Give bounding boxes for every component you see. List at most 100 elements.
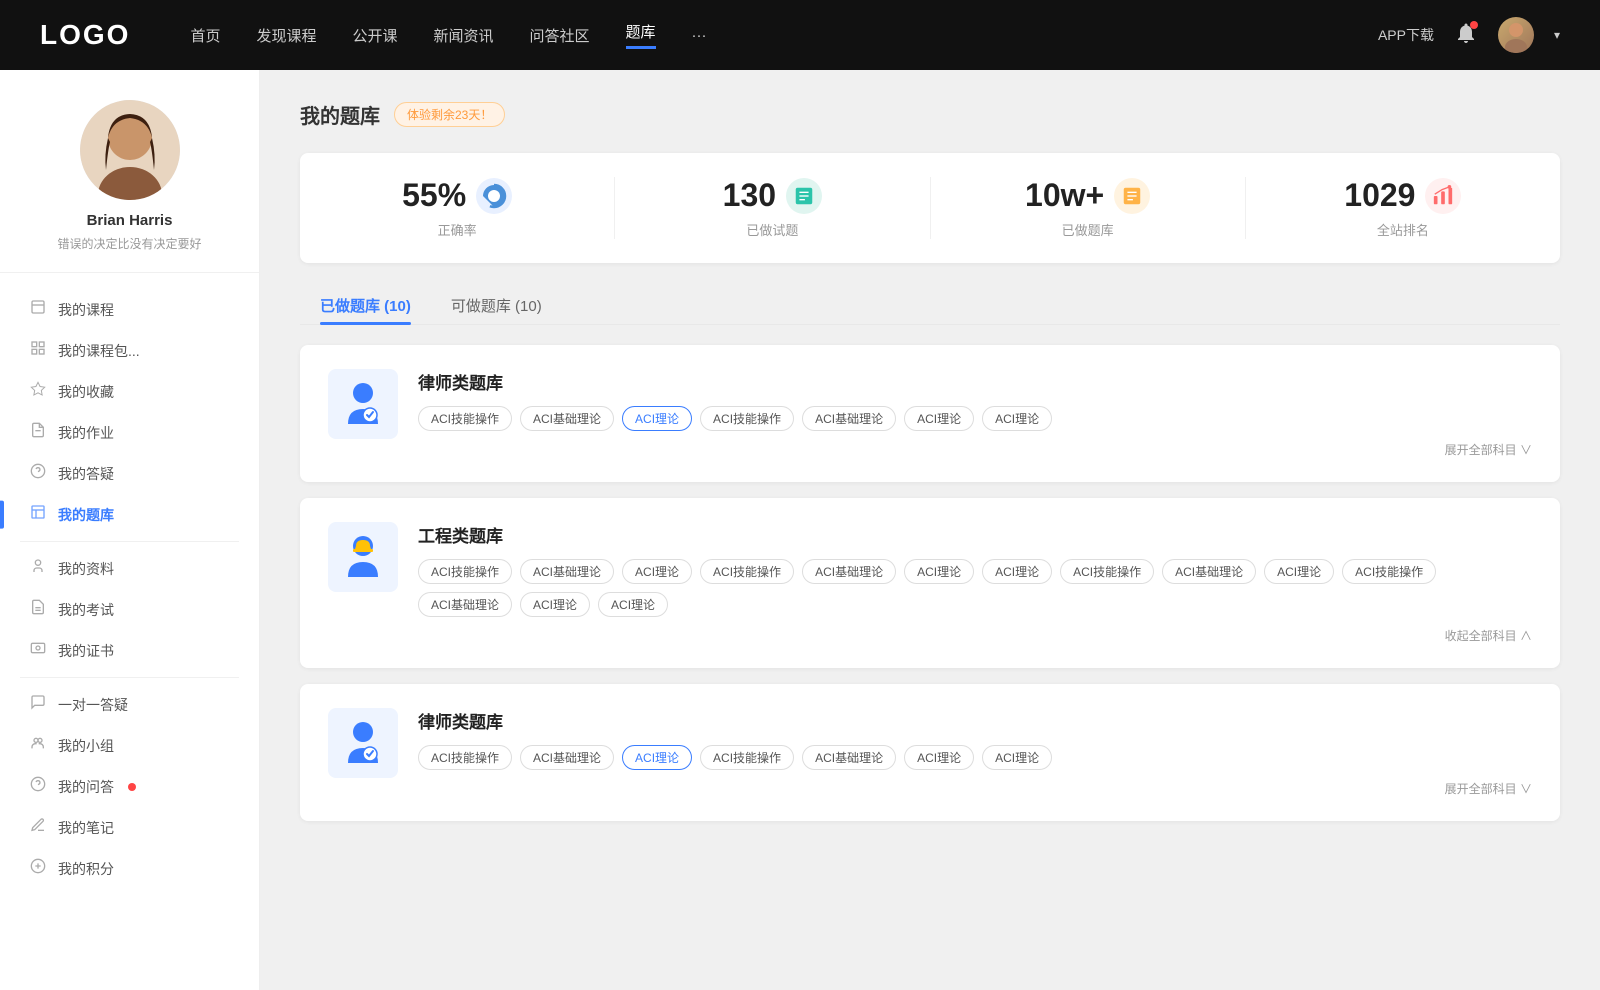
sidebar-item-my-exam[interactable]: 我的考试	[0, 589, 259, 630]
quiz-bank-card-2: 律师类题库 ACI技能操作 ACI基础理论 ACI理论 ACI技能操作 ACI基…	[300, 684, 1560, 821]
sidebar-profile: Brian Harris 错误的决定比没有决定要好	[0, 100, 259, 273]
sidebar-item-course-pkg[interactable]: 我的课程包...	[0, 330, 259, 371]
sidebar-item-1v1-qa[interactable]: 一对一答疑	[0, 684, 259, 725]
tag[interactable]: ACI技能操作	[418, 745, 512, 770]
tag-active[interactable]: ACI理论	[622, 745, 692, 770]
tag[interactable]: ACI理论	[982, 745, 1052, 770]
tag[interactable]: ACI基础理论	[802, 559, 896, 584]
tag[interactable]: ACI理论	[982, 406, 1052, 431]
navbar: LOGO 首页 发现课程 公开课 新闻资讯 问答社区 题库 ··· APP下载 …	[0, 0, 1600, 70]
sidebar-item-label: 一对一答疑	[58, 695, 128, 715]
tag[interactable]: ACI技能操作	[418, 559, 512, 584]
tag[interactable]: ACI基础理论	[520, 559, 614, 584]
expand-link-2[interactable]: 展开全部科目 ∨	[418, 780, 1532, 797]
tag[interactable]: ACI理论	[982, 559, 1052, 584]
my-group-icon	[30, 735, 46, 756]
tag[interactable]: ACI基础理论	[802, 745, 896, 770]
navbar-right: APP下载 ▾	[1378, 17, 1560, 53]
tag[interactable]: ACI基础理论	[520, 406, 614, 431]
sidebar-item-label: 我的积分	[58, 859, 114, 879]
sidebar-item-label: 我的小组	[58, 736, 114, 756]
nav-more[interactable]: ···	[692, 27, 707, 44]
sidebar-item-label: 我的笔记	[58, 818, 114, 838]
sidebar-item-certificate[interactable]: 我的证书	[0, 630, 259, 671]
sidebar-item-label: 我的收藏	[58, 382, 114, 402]
nav-discover[interactable]: 发现课程	[256, 25, 316, 46]
stat-questions-value: 130	[723, 177, 776, 214]
accuracy-icon	[476, 178, 512, 214]
nav-qa[interactable]: 问答社区	[530, 25, 590, 46]
my-exam-icon	[30, 599, 46, 620]
tag[interactable]: ACI技能操作	[1060, 559, 1154, 584]
tag[interactable]: ACI理论	[622, 559, 692, 584]
my-questions-icon	[30, 776, 46, 797]
nav-home[interactable]: 首页	[190, 25, 220, 46]
sidebar-item-my-qa[interactable]: 我的答疑	[0, 453, 259, 494]
tag[interactable]: ACI技能操作	[1342, 559, 1436, 584]
sidebar-item-my-course[interactable]: 我的课程	[0, 289, 259, 330]
logo[interactable]: LOGO	[40, 19, 130, 51]
sidebar-item-label: 我的答疑	[58, 464, 114, 484]
expand-link-1[interactable]: 收起全部科目 ∧	[418, 627, 1532, 644]
tag[interactable]: ACI基础理论	[1162, 559, 1256, 584]
my-notes-icon	[30, 817, 46, 838]
course-pkg-icon	[30, 340, 46, 361]
my-data-icon	[30, 558, 46, 579]
tag[interactable]: ACI技能操作	[700, 406, 794, 431]
my-qa-icon	[30, 463, 46, 484]
tag[interactable]: ACI理论	[904, 559, 974, 584]
tag[interactable]: ACI技能操作	[700, 559, 794, 584]
nav-news[interactable]: 新闻资讯	[434, 25, 494, 46]
tag[interactable]: ACI理论	[598, 592, 668, 617]
quiz-bank-tags-2: ACI技能操作 ACI基础理论 ACI理论 ACI技能操作 ACI基础理论 AC…	[418, 745, 1532, 770]
sidebar-item-label: 我的作业	[58, 423, 114, 443]
sidebar-item-my-group[interactable]: 我的小组	[0, 725, 259, 766]
nav-quiz[interactable]: 题库	[626, 21, 656, 49]
quiz-bank-icon-lawyer-0	[328, 369, 398, 439]
tag[interactable]: ACI基础理论	[802, 406, 896, 431]
tab-available[interactable]: 可做题库 (10)	[431, 287, 562, 324]
tag[interactable]: ACI理论	[1264, 559, 1334, 584]
page-title: 我的题库	[300, 100, 380, 129]
app-download-link[interactable]: APP下载	[1378, 25, 1434, 45]
sidebar-item-my-points[interactable]: 我的积分	[0, 848, 259, 889]
stat-rank: 1029 全站排名	[1246, 177, 1560, 239]
tag[interactable]: ACI理论	[904, 745, 974, 770]
notification-bell[interactable]	[1454, 21, 1478, 50]
user-menu-chevron[interactable]: ▾	[1554, 28, 1560, 42]
stat-banks: 10w+ 已做题库	[931, 177, 1246, 239]
sidebar-item-my-data[interactable]: 我的资料	[0, 548, 259, 589]
quiz-bank-title-1: 工程类题库	[418, 522, 1532, 547]
sidebar-item-quiz-bank[interactable]: 我的题库	[0, 494, 259, 535]
stat-banks-value: 10w+	[1025, 177, 1104, 214]
quiz-bank-tags-0: ACI技能操作 ACI基础理论 ACI理论 ACI技能操作 ACI基础理论 AC…	[418, 406, 1532, 431]
user-avatar[interactable]	[1498, 17, 1534, 53]
page-wrapper: Brian Harris 错误的决定比没有决定要好 我的课程 我的课程包...	[0, 70, 1600, 990]
tag[interactable]: ACI技能操作	[700, 745, 794, 770]
nav-open-course[interactable]: 公开课	[352, 25, 397, 46]
quiz-bank-icon-engineer	[328, 522, 398, 592]
quiz-bank-icon	[30, 504, 46, 525]
sidebar-item-label: 我的问答	[58, 777, 114, 797]
sidebar-avatar	[80, 100, 180, 200]
favorites-icon	[30, 381, 46, 402]
sidebar-item-my-notes[interactable]: 我的笔记	[0, 807, 259, 848]
sidebar-item-favorites[interactable]: 我的收藏	[0, 371, 259, 412]
expand-link-0[interactable]: 展开全部科目 ∨	[418, 441, 1532, 458]
1v1-qa-icon	[30, 694, 46, 715]
sidebar-item-homework[interactable]: 我的作业	[0, 412, 259, 453]
sidebar-item-label: 我的课程	[58, 300, 114, 320]
sidebar-item-label: 我的课程包...	[58, 341, 140, 361]
tag[interactable]: ACI基础理论	[520, 745, 614, 770]
tag[interactable]: ACI理论	[520, 592, 590, 617]
tabs: 已做题库 (10) 可做题库 (10)	[300, 287, 1560, 325]
quiz-bank-title-0: 律师类题库	[418, 369, 1532, 394]
tag[interactable]: ACI技能操作	[418, 406, 512, 431]
tag[interactable]: ACI理论	[904, 406, 974, 431]
sidebar-item-label: 我的证书	[58, 641, 114, 661]
tab-done[interactable]: 已做题库 (10)	[300, 287, 431, 324]
sidebar-item-my-questions[interactable]: 我的问答	[0, 766, 259, 807]
tag[interactable]: ACI基础理论	[418, 592, 512, 617]
tag-active[interactable]: ACI理论	[622, 406, 692, 431]
banks-icon	[1114, 178, 1150, 214]
